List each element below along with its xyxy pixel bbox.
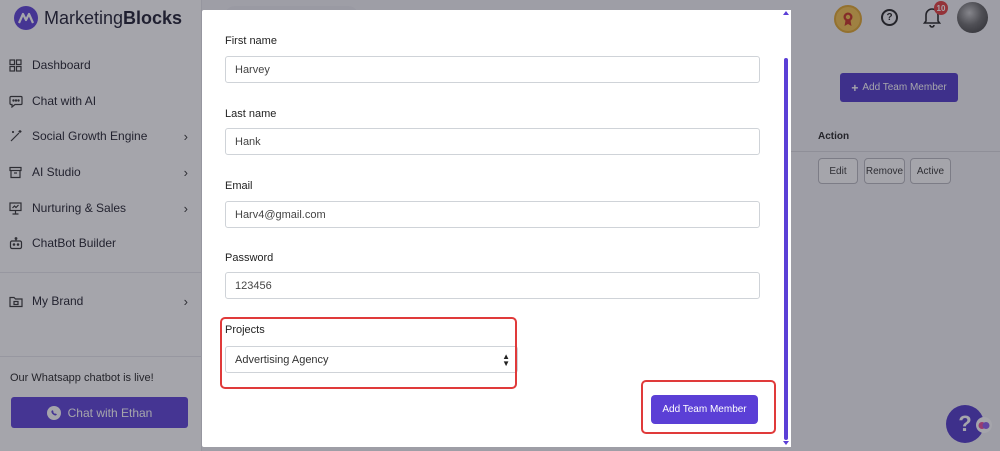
projects-highlight [220, 317, 517, 389]
email-label: Email [225, 180, 253, 192]
password-label: Password [225, 252, 274, 264]
submit-highlight [641, 380, 776, 434]
password-field[interactable]: 123456 [225, 272, 760, 299]
scroll-down-arrow-icon[interactable] [783, 441, 789, 445]
last-name-label: Last name [225, 108, 277, 120]
last-name-field[interactable]: Hank [225, 128, 760, 155]
first-name-label: First name [225, 35, 277, 47]
scroll-thumb[interactable] [784, 58, 788, 440]
modal-scrollbar[interactable] [781, 10, 791, 447]
email-field[interactable]: Harv4@gmail.com [225, 201, 760, 228]
add-team-member-modal: First name Harvey Last name Hank Email H… [202, 10, 791, 447]
scroll-up-arrow-icon[interactable] [783, 11, 789, 15]
first-name-field[interactable]: Harvey [225, 56, 760, 83]
